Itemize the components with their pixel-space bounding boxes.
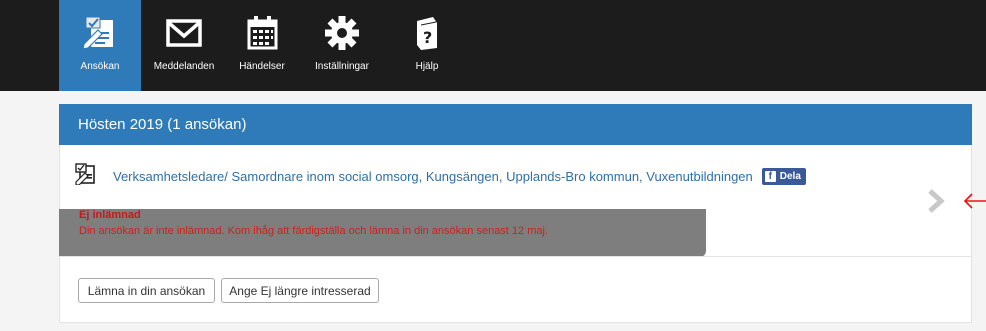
card-header: Hösten 2019 (1 ansökan) [59, 104, 972, 145]
facebook-share-button[interactable]: f Dela [761, 167, 806, 185]
not-interested-button[interactable]: Ange Ej längre intresserad [221, 278, 379, 303]
application-row: Verksamhetsledare/ Samordnare inom socia… [74, 162, 806, 190]
nav-item-ansokan[interactable]: Ansökan [59, 0, 141, 91]
nav-item-installningar[interactable]: Inställningar [300, 0, 384, 91]
submit-application-button[interactable]: Lämna in din ansökan [78, 278, 215, 303]
top-navigation-bar: Ansökan Meddelanden Händelser Inställnin… [0, 0, 986, 91]
annotation-arrow-icon [962, 190, 986, 217]
application-document-icon [74, 162, 100, 190]
nav-item-label: Hjälp [415, 61, 439, 72]
nav-item-meddelanden[interactable]: Meddelanden [147, 0, 221, 91]
nav-item-handelser[interactable]: Händelser [230, 0, 294, 91]
status-title: Ej inlämnad [79, 209, 141, 221]
nav-item-label: Ansökan [80, 61, 120, 72]
divider [59, 256, 972, 257]
card-title: Hösten 2019 (1 ansökan) [78, 116, 247, 133]
gear-icon [324, 14, 360, 52]
nav-item-hjalp[interactable]: ? Hjälp [397, 0, 457, 91]
facebook-icon: f [764, 170, 776, 182]
status-message: Din ansökan är inte inlämnad. Kom ihåg a… [79, 225, 548, 237]
status-notice: Ej inlämnad Din ansökan är inte inlämnad… [59, 209, 706, 257]
calendar-icon [244, 14, 280, 52]
share-label: Dela [779, 170, 801, 182]
nav-item-label: Händelser [239, 61, 285, 72]
chevron-right-icon[interactable] [926, 188, 946, 219]
help-book-icon: ? [412, 14, 442, 52]
nav-item-label: Meddelanden [153, 61, 215, 72]
envelope-icon [165, 14, 203, 52]
svg-text:?: ? [423, 28, 432, 47]
nav-item-label: Inställningar [315, 61, 369, 72]
job-title-link[interactable]: Verksamhetsledare/ Samordnare inom socia… [113, 169, 753, 184]
application-edit-icon [80, 14, 120, 52]
